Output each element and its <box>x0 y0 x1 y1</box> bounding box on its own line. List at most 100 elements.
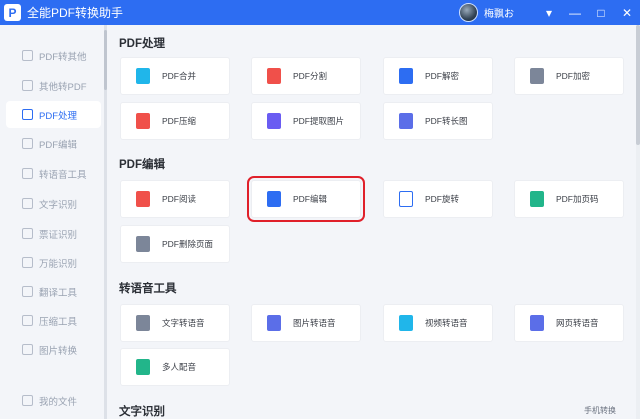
card-pdf-compress[interactable]: PDF压缩 <box>120 102 230 140</box>
text-recog-icon <box>22 198 33 209</box>
sidebar-item-label: PDF转其他 <box>39 51 87 63</box>
card-label: 图片转语音 <box>293 318 336 328</box>
card-label: PDF压缩 <box>162 116 197 126</box>
sidebar-item-speech-tools[interactable]: 转语音工具 <box>0 160 106 187</box>
sidebar-item-label: 压缩工具 <box>39 316 78 328</box>
card-label: PDF删除页面 <box>162 239 214 249</box>
process-icon <box>22 109 33 120</box>
card-label: PDF解密 <box>425 71 460 81</box>
sidebar-item-label: PDF编辑 <box>39 139 78 151</box>
sidebar-item-compress-tools[interactable]: 压缩工具 <box>0 307 106 334</box>
close-icon[interactable]: ✕ <box>614 0 640 25</box>
card-label: 文字转语音 <box>162 318 205 328</box>
sidebar-item-label: 万能识别 <box>39 258 78 270</box>
card-label: PDF合并 <box>162 71 197 81</box>
split-icon <box>267 68 281 84</box>
section-title-speech-tools: 转语音工具 <box>119 283 177 295</box>
sidebar-item-translate-tools[interactable]: 翻译工具 <box>0 278 106 305</box>
sidebar-item-image-convert[interactable]: 图片转换 <box>0 336 106 363</box>
translate-icon <box>22 286 33 297</box>
card-label: PDF加页码 <box>556 194 599 204</box>
card-label: PDF阅读 <box>162 194 197 204</box>
card-pdf-extract-images[interactable]: PDF提取图片 <box>251 102 361 140</box>
main-content: PDF处理 PDF合并 PDF分割 PDF解密 PDF加密 PDF压缩 PDF提… <box>108 25 640 419</box>
sidebar-item-universal-recognition[interactable]: 万能识别 <box>0 249 106 276</box>
title-bar: P 全能PDF转换助手 梅飘お ▾ — □ ✕ <box>0 0 640 25</box>
sidebar-item-label: 翻译工具 <box>39 287 78 299</box>
merge-icon <box>136 68 150 84</box>
card-label: 网页转语音 <box>556 318 599 328</box>
extract-image-icon <box>267 113 281 129</box>
rotate-icon <box>399 191 413 207</box>
card-pdf-split[interactable]: PDF分割 <box>251 57 361 95</box>
delete-page-icon <box>136 236 150 252</box>
card-pdf-read[interactable]: PDF阅读 <box>120 180 230 218</box>
section-title-pdf-edit: PDF编辑 <box>119 159 165 171</box>
long-image-icon <box>399 113 413 129</box>
dropdown-menu-icon[interactable]: ▾ <box>536 0 562 25</box>
sidebar: PDF转其他 其他转PDF PDF处理 PDF编辑 转语音工具 文字识别 票证识… <box>0 25 106 419</box>
convert-icon <box>22 50 33 61</box>
ticket-icon <box>22 228 33 239</box>
sidebar-item-label: PDF处理 <box>39 110 78 122</box>
sidebar-item-my-files[interactable]: 我的文件 <box>0 387 106 414</box>
page-number-icon <box>530 191 544 207</box>
card-multi-voice-dubbing[interactable]: 多人配音 <box>120 348 230 386</box>
sidebar-item-pdf-to-other[interactable]: PDF转其他 <box>0 42 106 69</box>
sidebar-item-pdf-process[interactable]: PDF处理 <box>6 101 101 128</box>
card-label: 视频转语音 <box>425 318 468 328</box>
card-label: PDF转长图 <box>425 116 468 126</box>
unlock-icon <box>399 68 413 84</box>
sidebar-item-label: 我的文件 <box>39 396 78 408</box>
card-label: PDF提取图片 <box>293 116 345 126</box>
card-pdf-merge[interactable]: PDF合并 <box>120 57 230 95</box>
card-pdf-edit[interactable]: PDF编辑 <box>247 176 365 222</box>
maximize-icon[interactable]: □ <box>588 0 614 25</box>
compress-icon <box>136 113 150 129</box>
video-to-speech-icon <box>399 315 413 331</box>
sidebar-item-text-recognition[interactable]: 文字识别 <box>0 190 106 217</box>
sidebar-item-label: 票证识别 <box>39 229 78 241</box>
mobile-convert-link[interactable]: 手机转换 <box>584 405 616 416</box>
card-pdf-to-long-image[interactable]: PDF转长图 <box>383 102 493 140</box>
card-image-to-speech[interactable]: 图片转语音 <box>251 304 361 342</box>
folder-icon <box>22 395 33 406</box>
avatar[interactable] <box>459 3 478 22</box>
scan-icon <box>22 257 33 268</box>
compress-icon <box>22 315 33 326</box>
multi-voice-icon <box>136 359 150 375</box>
sidebar-item-label: 图片转换 <box>39 345 78 357</box>
card-label: PDF加密 <box>556 71 591 81</box>
card-pdf-decrypt[interactable]: PDF解密 <box>383 57 493 95</box>
card-video-to-speech[interactable]: 视频转语音 <box>383 304 493 342</box>
sidebar-item-label: 文字识别 <box>39 199 78 211</box>
edit-icon <box>22 138 33 149</box>
card-label: 多人配音 <box>162 362 197 372</box>
sidebar-scrollbar-thumb[interactable] <box>104 30 107 90</box>
app-logo-icon: P <box>4 4 21 21</box>
card-label: PDF编辑 <box>293 194 328 204</box>
card-web-to-speech[interactable]: 网页转语音 <box>514 304 624 342</box>
card-text-to-speech[interactable]: 文字转语音 <box>120 304 230 342</box>
card-label: PDF旋转 <box>425 194 460 204</box>
card-pdf-delete-pages[interactable]: PDF删除页面 <box>120 225 230 263</box>
card-pdf-rotate[interactable]: PDF旋转 <box>383 180 493 218</box>
text-to-speech-icon <box>136 315 150 331</box>
image-icon <box>22 344 33 355</box>
app-title: 全能PDF转换助手 <box>27 6 124 20</box>
minimize-icon[interactable]: — <box>562 0 588 25</box>
card-label: PDF分割 <box>293 71 328 81</box>
card-pdf-encrypt[interactable]: PDF加密 <box>514 57 624 95</box>
edit-icon <box>267 191 281 207</box>
username[interactable]: 梅飘お <box>484 5 514 20</box>
sidebar-item-label: 转语音工具 <box>39 169 87 181</box>
image-to-speech-icon <box>267 315 281 331</box>
main-scrollbar-thumb[interactable] <box>636 25 640 145</box>
web-to-speech-icon <box>530 315 544 331</box>
sidebar-item-pdf-edit[interactable]: PDF编辑 <box>0 130 106 157</box>
section-title-text-recognition: 文字识别 <box>119 406 165 418</box>
sidebar-item-ticket-recognition[interactable]: 票证识别 <box>0 220 106 247</box>
sidebar-item-other-to-pdf[interactable]: 其他转PDF <box>0 72 106 99</box>
read-icon <box>136 191 150 207</box>
card-pdf-add-page-number[interactable]: PDF加页码 <box>514 180 624 218</box>
